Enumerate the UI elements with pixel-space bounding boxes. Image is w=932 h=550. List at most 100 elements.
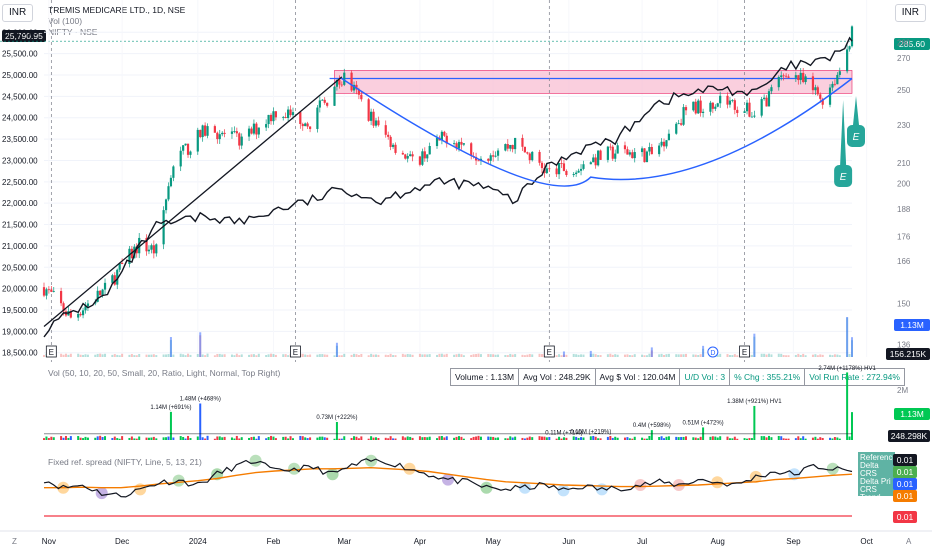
main-volume-bar [677, 354, 680, 357]
candle [509, 144, 512, 152]
volume-bar [270, 435, 273, 440]
candle [528, 152, 531, 164]
main-volume-bar [760, 353, 763, 357]
main-volume-bar [819, 354, 822, 357]
main-volume-bar [150, 354, 153, 357]
volume-bar [780, 436, 783, 440]
main-volume-bar [333, 355, 336, 357]
volume-bar [204, 438, 207, 440]
volume-bar [377, 438, 380, 440]
main-volume-bar [86, 354, 89, 357]
candle [555, 164, 558, 178]
volume-bar [543, 436, 546, 440]
candle [692, 101, 695, 112]
volume-bar [152, 436, 155, 440]
volume-bar [558, 436, 561, 440]
volume-bar [418, 436, 421, 440]
volume-bar [299, 435, 302, 440]
volume-bar [199, 403, 202, 440]
main-volume-bar [147, 354, 150, 357]
main-volume-bar [401, 353, 404, 357]
volume-bar [428, 436, 431, 440]
main-volume-bar [462, 355, 465, 357]
volume-bar [765, 437, 768, 440]
rs-pane[interactable] [0, 450, 932, 530]
candle [709, 100, 712, 116]
price-chart[interactable]: 26,000.00 25,500.00 25,000.00 24,500.00 24,0… [0, 0, 932, 362]
candle [763, 94, 766, 101]
main-volume-bar [436, 354, 439, 357]
volume-bar [616, 437, 619, 440]
main-volume-bar [719, 353, 722, 357]
volume-bar [201, 437, 204, 440]
volume-bar [677, 437, 680, 440]
volume-bar [113, 436, 116, 440]
main-volume-bar [487, 354, 490, 357]
volume-bar [77, 436, 80, 440]
volume-bar [479, 436, 482, 440]
volume-bar [797, 436, 800, 440]
volume-bar [255, 438, 258, 440]
main-volume-bar [443, 354, 446, 357]
volume-bar [287, 438, 290, 440]
main-volume-bar [794, 354, 797, 357]
volume-bar [235, 435, 238, 440]
main-volume-bar [614, 354, 617, 357]
main-volume-bar [104, 353, 107, 357]
main-volume-bar [560, 355, 563, 357]
volume-bar [267, 437, 270, 440]
main-volume-bar [250, 354, 253, 357]
volume-pane[interactable]: 1.14M (+691%) 1.48M (+468%) 0.73M (+222%) 0… [0, 362, 932, 450]
main-volume-bar [184, 355, 187, 357]
zoom-icon[interactable]: Z [12, 537, 17, 546]
auto-scale-icon[interactable]: A [906, 537, 912, 546]
volume-bar [538, 436, 541, 440]
volume-bar [45, 436, 48, 440]
candle [577, 168, 580, 173]
volume-bar [257, 436, 260, 440]
candle [531, 151, 534, 162]
volume-bar [836, 437, 839, 440]
volume-bar [680, 436, 683, 440]
main-volume-bar [321, 354, 324, 357]
candle [650, 143, 653, 155]
candle [81, 307, 85, 319]
volume-bar [167, 436, 170, 440]
candle [753, 110, 756, 119]
main-volume-bar [504, 354, 507, 357]
volume-bar [614, 436, 617, 440]
candle [350, 70, 353, 92]
volume-annotation: 1.38M (+921%) HV1 [727, 399, 782, 405]
candle [147, 245, 151, 255]
volume-bar [218, 436, 221, 440]
main-volume-bar [457, 353, 460, 357]
volume-bar [326, 437, 329, 440]
volume-bar [116, 438, 119, 440]
time-ticks: Nov Dec 2024 Feb Mar Apr May Jun Jul Aug Sep Oct [42, 537, 874, 546]
main-volume-bar [60, 353, 63, 357]
volume-bar [392, 438, 395, 440]
candle [230, 127, 234, 139]
candle [694, 98, 697, 115]
price-tick-label: 176 [897, 233, 911, 242]
main-volume-bar [497, 354, 500, 357]
volume-bar [609, 435, 612, 440]
main-volume-bar [372, 354, 375, 357]
main-volume-bar [445, 353, 448, 357]
main-volume-bar [135, 355, 138, 357]
volume-bar [526, 437, 529, 440]
candle [418, 155, 422, 167]
candle [594, 153, 597, 169]
volume-bar [360, 436, 363, 440]
candle [440, 130, 443, 145]
volume-bar [509, 436, 512, 440]
volume-bar [284, 436, 287, 440]
time-axis[interactable]: Nov Dec 2024 Feb Mar Apr May Jun Jul Aug Sep Oct Z … [0, 530, 932, 550]
candle [189, 150, 192, 159]
main-volume-bar [101, 354, 104, 357]
volume-bar [494, 437, 497, 440]
volume-bar [799, 438, 802, 440]
candle [199, 129, 202, 139]
main-volume-bar [340, 355, 343, 357]
candle [145, 234, 148, 256]
